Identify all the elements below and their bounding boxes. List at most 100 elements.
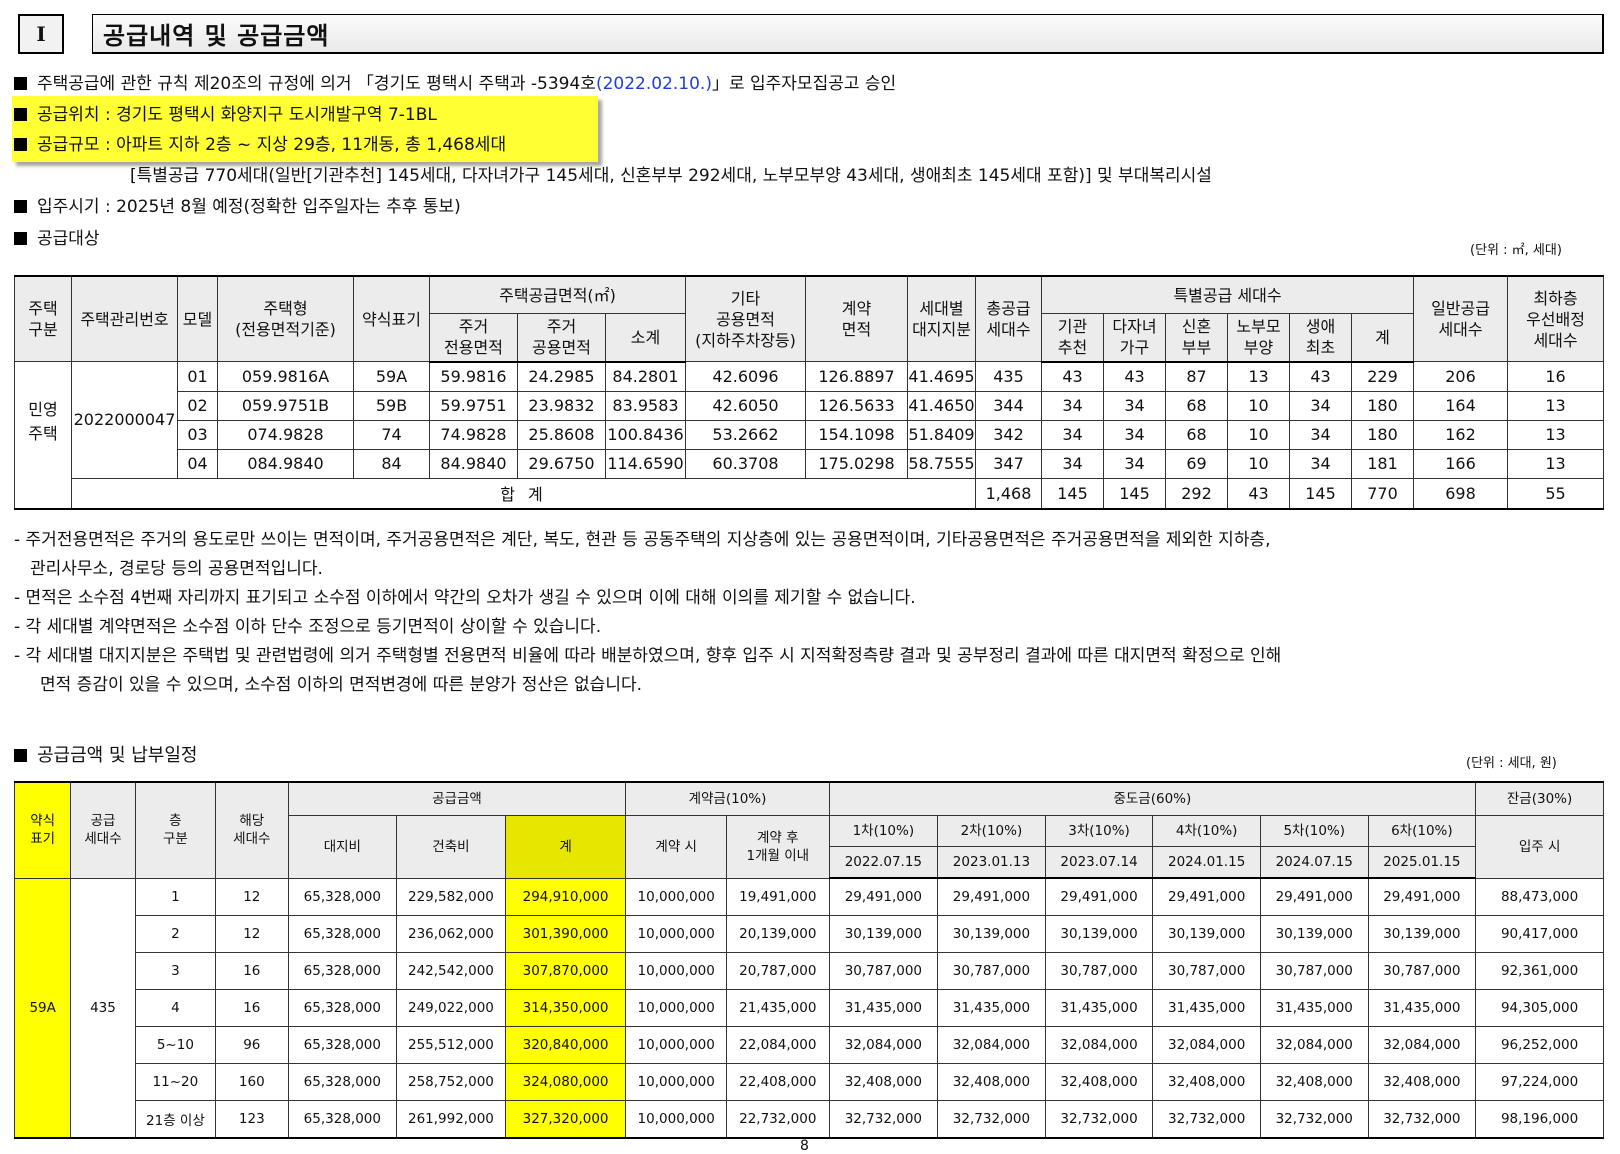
- cell-exclusive: 74.9828: [429, 419, 518, 450]
- cell-units: 12: [215, 915, 289, 953]
- cell-general: 166: [1413, 448, 1509, 479]
- cell-building: 255,512,000: [396, 1026, 506, 1064]
- th-elderly: 노부모 부양: [1227, 313, 1291, 363]
- th-newlywed: 신혼 부부: [1165, 313, 1229, 363]
- cell-multi: 43: [1103, 361, 1167, 392]
- cell-first: 34: [1289, 448, 1353, 479]
- cell-model: 03: [177, 419, 218, 450]
- cell-land: 65,328,000: [287, 915, 398, 953]
- th-supply-amount: 공급금액: [287, 781, 627, 816]
- cell-contract: 175.0298: [805, 448, 909, 479]
- price-heading-text: 공급금액 및 납부일정: [37, 745, 198, 766]
- cell-first: 43: [1289, 361, 1353, 392]
- total-newlywed: 292: [1165, 477, 1229, 510]
- cell-interim-1: 32,084,000: [828, 1026, 939, 1064]
- price-unit: (단위 : 세대, 원): [1466, 756, 1557, 771]
- cell-balance: 88,473,000: [1475, 877, 1604, 916]
- th-general-supply: 일반공급 세대수: [1413, 275, 1509, 362]
- th-interim-2: 2차(10%): [937, 815, 1046, 847]
- table-row: 2 12 65,328,000 236,062,000 301,390,000 …: [15, 915, 1604, 953]
- cell-top: 13: [1507, 419, 1605, 450]
- cell-building: 236,062,000: [396, 915, 506, 953]
- cell-land: 65,328,000: [287, 1100, 398, 1139]
- cell-interim-4: 31,435,000: [1152, 989, 1261, 1027]
- note-1: - 주거전용면적은 주거의 용도로만 쓰이는 면적이며, 주거공용면적은 계단,…: [14, 530, 1271, 550]
- cell-common: 29.6750: [517, 448, 606, 479]
- cell-interim-5: 30,139,000: [1259, 915, 1369, 953]
- th-exclusive: 주거 전용면적: [429, 313, 518, 363]
- th-interim-4-date: 2024.01.15: [1152, 846, 1261, 879]
- cell-land: 41.4650: [907, 390, 977, 421]
- table-row: 3 16 65,328,000 242,542,000 307,870,000 …: [15, 952, 1604, 990]
- cell-interim-3: 29,491,000: [1044, 877, 1154, 916]
- th-interim-group: 중도금(60%): [828, 781, 1477, 816]
- cell-total: 344: [975, 390, 1043, 421]
- cell-abbr: 84: [353, 448, 430, 479]
- cell-abbr: 59A: [353, 361, 430, 392]
- th-supply-units: 공급 세대수: [70, 781, 136, 879]
- cell-exclusive: 59.9816: [429, 361, 518, 392]
- cell-interim-4: 32,408,000: [1152, 1063, 1261, 1101]
- cell-dep1: 10,000,000: [625, 989, 727, 1027]
- cell-interim-6: 32,408,000: [1367, 1063, 1477, 1101]
- cell-sum: 301,390,000: [504, 915, 627, 953]
- total-elderly: 43: [1227, 477, 1291, 510]
- cell-first: 34: [1289, 390, 1353, 421]
- cell-interim-1: 32,408,000: [828, 1063, 939, 1101]
- cell-balance: 94,305,000: [1475, 989, 1604, 1027]
- cell-multi: 34: [1103, 419, 1167, 450]
- cell-units: 123: [215, 1100, 289, 1139]
- cell-exclusive: 84.9840: [429, 448, 518, 479]
- price-schedule-table: 약식 표기 공급 세대수 층 구분 해당 세대수 공급금액 계약금(10%) 중…: [13, 781, 1604, 1139]
- cell-land: 51.8409: [907, 419, 977, 450]
- cell-sum: 327,320,000: [504, 1100, 627, 1139]
- cell-subtotal: 114.6590: [604, 448, 687, 479]
- th-multi-child: 다자녀 가구: [1103, 313, 1167, 363]
- cell-interim-3: 32,408,000: [1044, 1063, 1154, 1101]
- cell-floor: 4: [134, 989, 217, 1027]
- cell-balance: 90,417,000: [1475, 915, 1604, 953]
- cell-dep2: 22,408,000: [725, 1063, 830, 1101]
- th-area-group: 주택공급면적(㎡): [428, 275, 687, 315]
- th-floor: 층 구분: [134, 781, 217, 879]
- approval-line: 주택공급에 관한 규칙 제20조의 규정에 의거 「경기도 평택시 주택과 -5…: [14, 72, 896, 96]
- cell-agency: 34: [1041, 390, 1105, 421]
- cell-subtotal: 83.9583: [604, 390, 687, 421]
- th-interim-1-date: 2022.07.15: [828, 846, 939, 879]
- cell-multi: 34: [1103, 448, 1167, 479]
- cell-land: 65,328,000: [287, 1026, 398, 1064]
- total-total: 1,468: [975, 477, 1043, 510]
- cell-land: 65,328,000: [287, 952, 398, 990]
- table-row: 03 074.9828 74 74.9828 25.8608 100.8436 …: [15, 419, 1605, 450]
- cell-dep2: 22,084,000: [725, 1026, 830, 1064]
- cell-units: 16: [215, 952, 289, 990]
- th-special-total: 계: [1351, 313, 1415, 363]
- target-heading-text: 공급대상: [37, 229, 100, 249]
- th-interim-1: 1차(10%): [828, 815, 939, 847]
- cell-sum: 307,870,000: [504, 952, 627, 990]
- th-interim-6-date: 2025.01.15: [1367, 846, 1477, 879]
- cell-interim-5: 32,732,000: [1259, 1100, 1369, 1139]
- cell-agency: 34: [1041, 419, 1105, 450]
- cell-dep1: 10,000,000: [625, 1100, 727, 1139]
- cell-interim-5: 32,084,000: [1259, 1026, 1369, 1064]
- th-interim-2-date: 2023.01.13: [937, 846, 1046, 879]
- table-row: 민영 주택 2022000047 01 059.9816A 59A 59.981…: [14, 361, 1605, 479]
- table-row: 5~10 96 65,328,000 255,512,000 320,840,0…: [15, 1026, 1604, 1064]
- note-4: - 각 세대별 대지지분은 주택법 및 관련법령에 의거 주택형별 전용면적 비…: [14, 646, 1282, 666]
- move-in-text: 입주시기 : 2025년 8월 예정(정확한 입주일자는 추후 통보): [37, 197, 461, 217]
- cell-interim-3: 30,139,000: [1044, 915, 1154, 953]
- cell-floor: 1: [134, 877, 217, 916]
- total-agency: 145: [1041, 477, 1105, 510]
- th-total-supply: 총공급 세대수: [975, 275, 1043, 362]
- total-top: 55: [1507, 477, 1605, 510]
- th-interim-3-date: 2023.07.14: [1044, 846, 1154, 879]
- table-row: 02 059.9751B 59B 59.9751 23.9832 83.9583…: [15, 390, 1605, 421]
- cell-floor: 3: [134, 952, 217, 990]
- table-row: 04 084.9840 84 84.9840 29.6750 114.6590 …: [15, 448, 1605, 479]
- section-number: I: [18, 14, 64, 54]
- cell-dep2: 22,732,000: [725, 1100, 830, 1139]
- cell-interim-2: 31,435,000: [937, 989, 1046, 1027]
- supply-target-table: 주택 구분 주택관리번호 모델 주택형 (전용면적기준) 약식표기 주택공급면적…: [14, 275, 1605, 510]
- cell-interim-4: 30,787,000: [1152, 952, 1261, 990]
